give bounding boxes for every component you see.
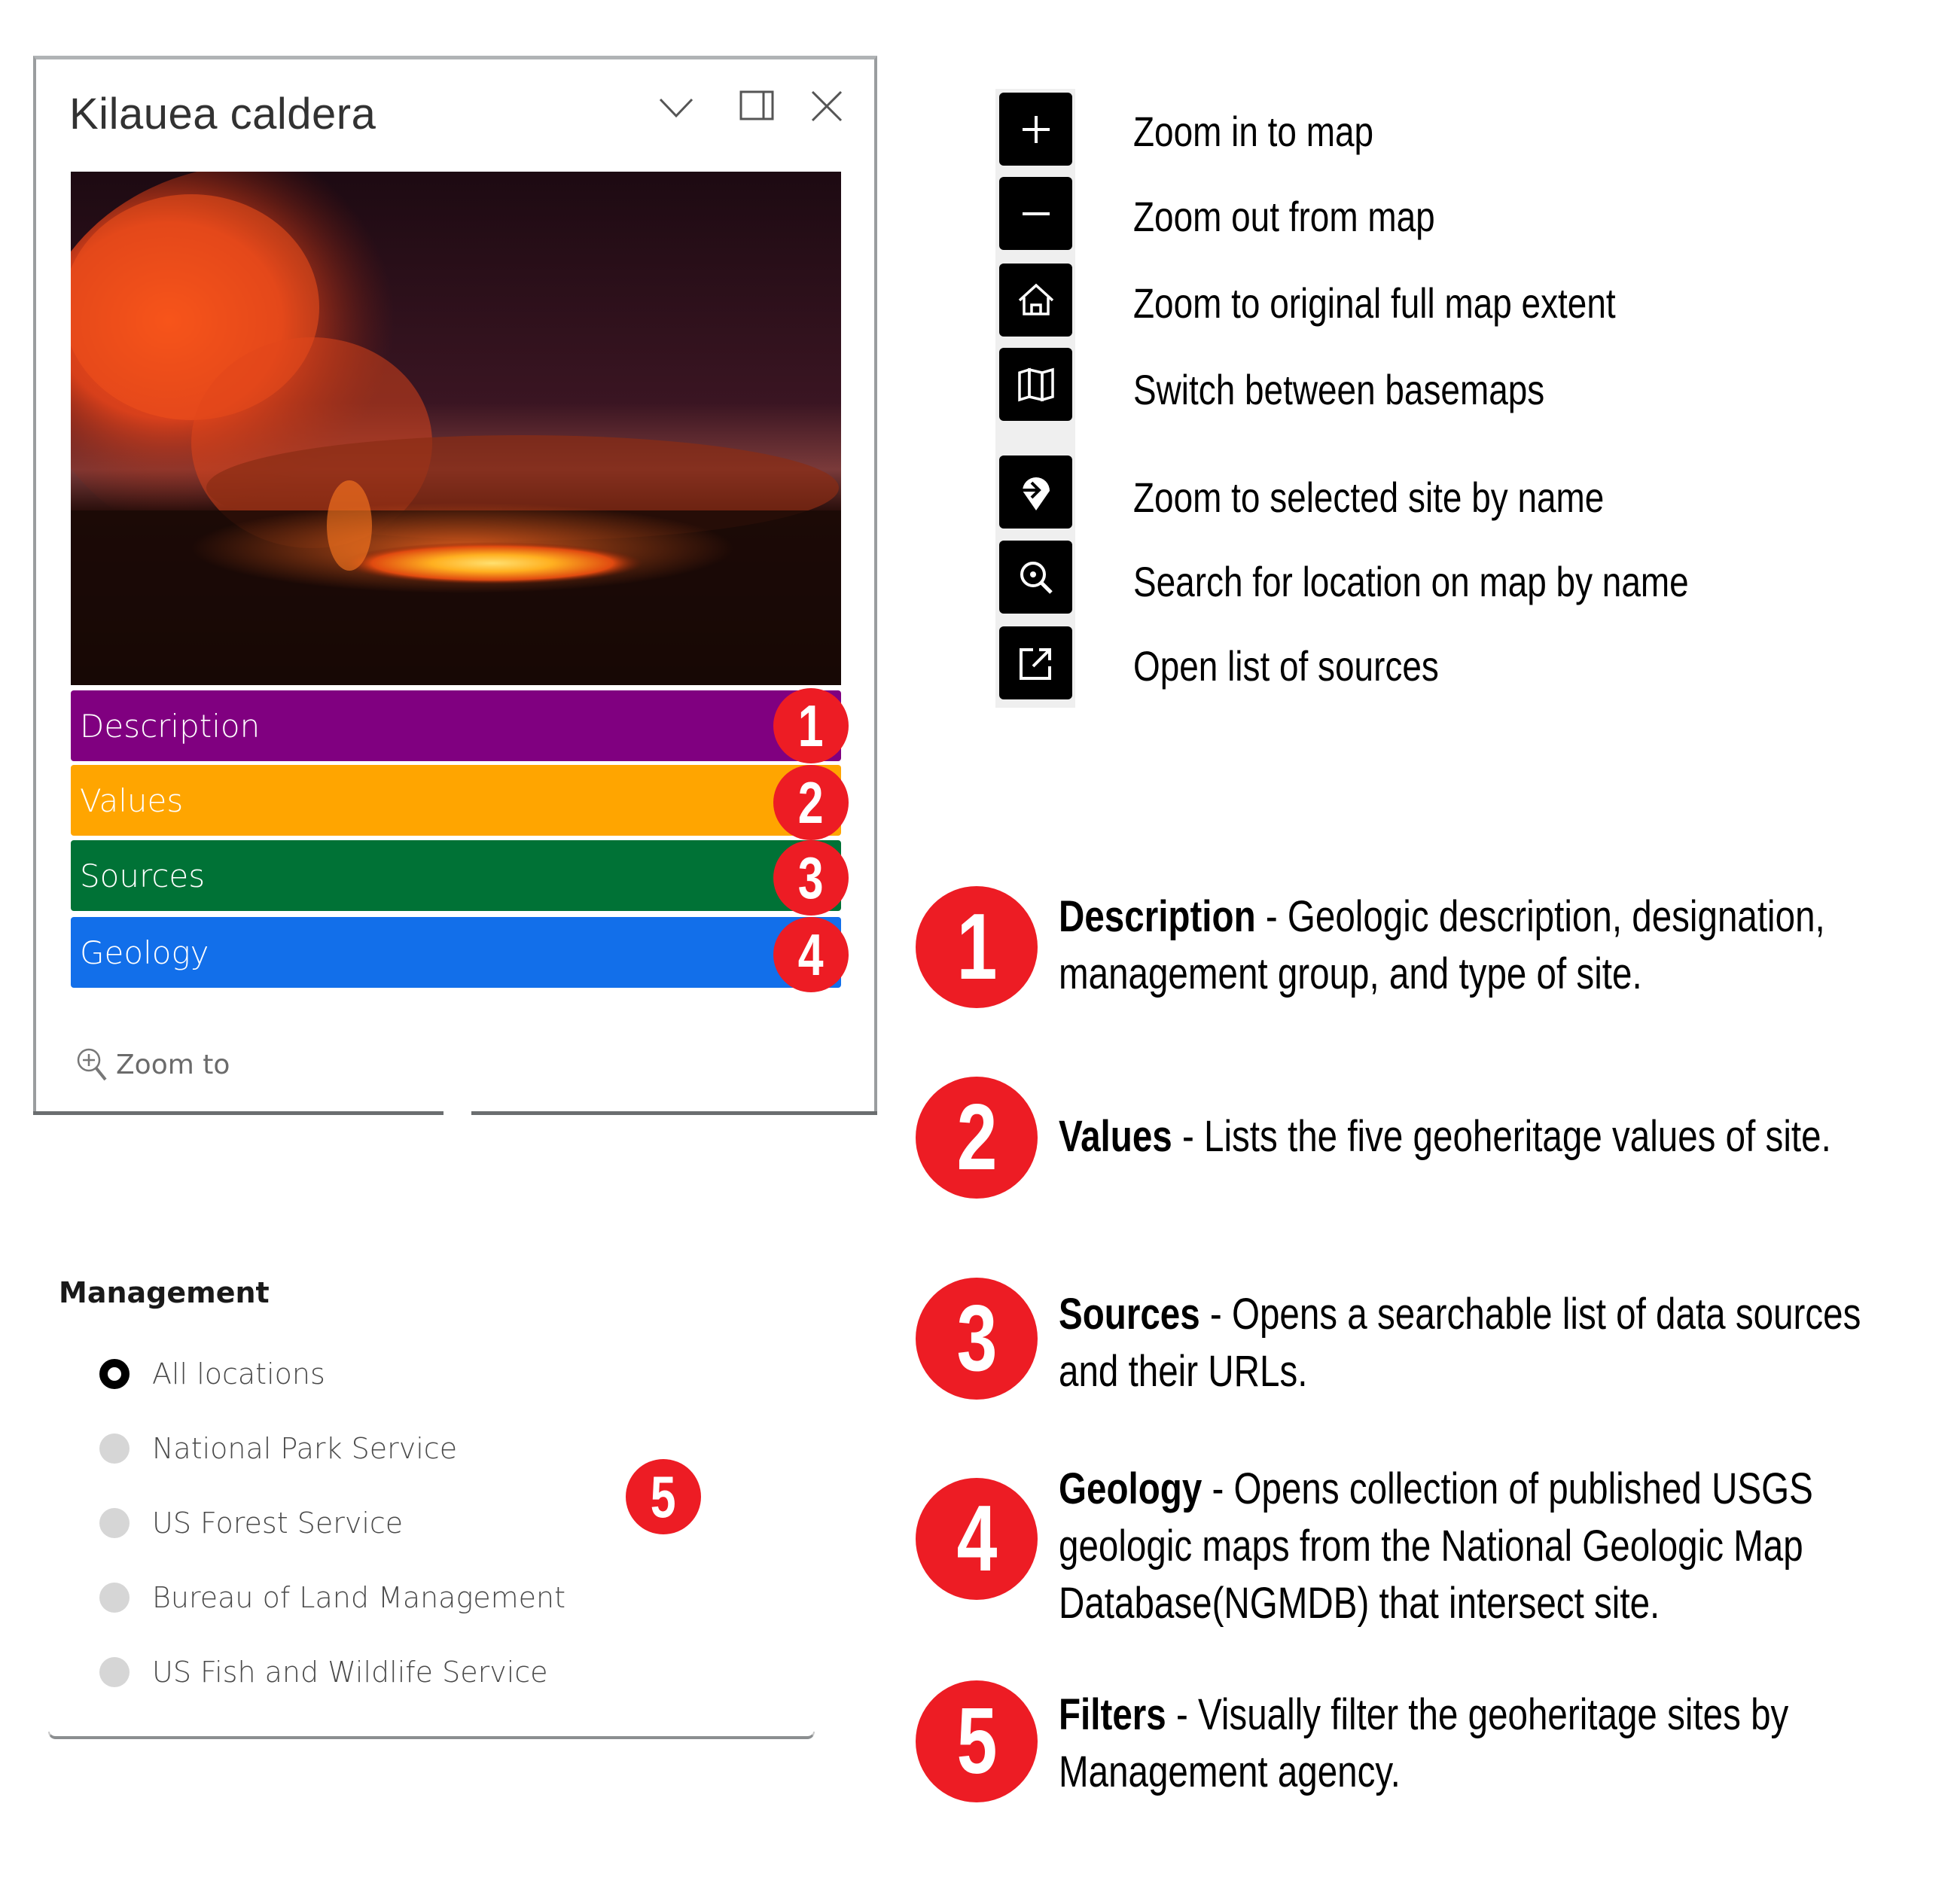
search-icon [1020,561,1053,594]
radio-button[interactable] [99,1433,130,1464]
plus-icon [1022,115,1050,143]
values-section[interactable]: Values [71,765,841,836]
site-photo [71,172,841,685]
external-link-icon [1019,647,1051,680]
filter-option-all-locations[interactable]: All locations [99,1357,325,1391]
radio-label: US Fish and Wildlife Service [152,1656,548,1689]
dock-button[interactable] [739,89,774,123]
zoom-to-button[interactable]: Zoom to [75,1047,230,1083]
close-button[interactable] [809,89,844,123]
radio-label: Bureau of Land Management [152,1581,566,1614]
zoom-in-magnifier-icon [77,1048,107,1081]
callout-badge: 1 [773,688,849,763]
tool-label: Switch between basemaps [1133,366,1545,413]
section-label: Description [80,707,261,745]
search-button[interactable] [999,541,1072,614]
tool-label: Zoom out from map [1133,193,1435,240]
chevron-down-icon [659,98,693,118]
section-label: Geology [80,934,209,971]
radio-button[interactable] [99,1359,130,1389]
radio-label: National Park Service [152,1432,458,1465]
filter-heading: Management [59,1276,270,1309]
filter-option-bureau-of-land-management[interactable]: Bureau of Land Management [99,1581,565,1614]
radio-button[interactable] [99,1657,130,1687]
legend-item: Sources - Opens a searchable list of dat… [1059,1290,1861,1396]
geology-section[interactable]: Geology [71,917,841,988]
basemap-icon [1017,367,1054,401]
home-icon [1018,283,1053,315]
home-button[interactable] [999,264,1072,337]
dock-icon [739,90,774,120]
popup-bottom-border [33,1111,444,1115]
legend-item: Values - Lists the five geoheritage valu… [1059,1112,1831,1161]
zoom-out-button[interactable] [999,177,1072,250]
collapse-button[interactable] [659,89,693,123]
tool-label: Zoom to original full map extent [1133,279,1616,327]
radio-label: US Forest Service [152,1507,404,1540]
section-label: Sources [80,857,206,894]
basemap-button[interactable] [999,348,1072,421]
sources-list-button[interactable] [999,626,1072,699]
tool-label: Zoom to selected site by name [1133,474,1605,521]
popup-title: Kilauea caldera [69,90,376,139]
filter-panel-bottom-border [48,1732,815,1739]
radio-button[interactable] [99,1508,130,1538]
callout-badge: 3 [773,840,849,916]
minus-icon [1022,212,1050,215]
sources-section[interactable]: Sources [71,840,841,911]
popup-bottom-border [471,1111,877,1115]
radio-button[interactable] [99,1583,130,1613]
callout-badge: 5 [626,1459,701,1534]
close-icon [811,90,843,122]
callout-badge: 2 [773,765,849,840]
zoom-to-label: Zoom to [116,1049,230,1080]
filter-option-national-park-service[interactable]: National Park Service [99,1432,457,1465]
filter-option-us-forest-service[interactable]: US Forest Service [99,1507,403,1540]
tool-label: Open list of sources [1133,642,1439,690]
legend-item: Description - Geologic description, desi… [1059,892,1825,998]
tool-label: Search for location on map by name [1133,558,1689,605]
legend-badge: 2 [916,1077,1038,1199]
filter-option-us-fish-and-wildlife-service[interactable]: US Fish and Wildlife Service [99,1656,548,1689]
callout-badge: 4 [773,917,849,992]
description-section[interactable]: Description [71,690,841,761]
legend-badge: 5 [916,1680,1038,1802]
legend-item: Filters - Visually filter the geoheritag… [1059,1690,1789,1796]
section-label: Values [80,781,184,819]
radio-label: All locations [152,1357,325,1391]
zoom-in-button[interactable] [999,93,1072,166]
locate-site-button[interactable] [999,455,1072,529]
legend-item: Geology - Opens collection of published … [1059,1464,1813,1628]
locate-site-icon [1020,477,1050,510]
legend-badge: 4 [916,1478,1038,1600]
legend-badge: 1 [916,886,1038,1008]
volcano-image [71,172,841,685]
legend-badge: 3 [916,1278,1038,1400]
tool-label: Zoom in to map [1133,108,1374,155]
